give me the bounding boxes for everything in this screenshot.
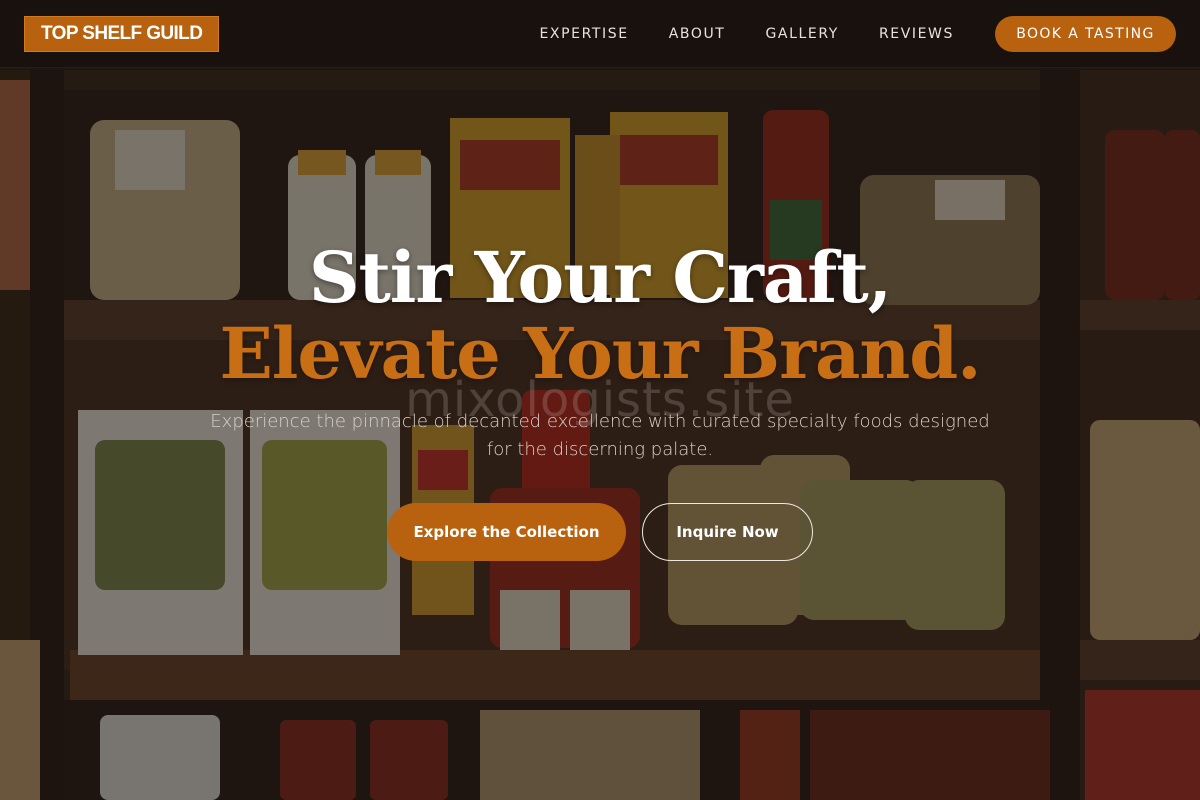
inquire-now-button[interactable]: Inquire Now [642, 503, 813, 561]
explore-collection-button[interactable]: Explore the Collection [387, 503, 626, 561]
hero-subtitle: Experience the pinnacle of decanted exce… [210, 411, 990, 460]
nav-link-about[interactable]: ABOUT [669, 26, 726, 42]
nav-link-gallery[interactable]: GALLERY [765, 26, 838, 42]
nav-link-expertise[interactable]: EXPERTISE [539, 26, 628, 42]
hero-headline-line2: Elevate Your Brand. [219, 312, 981, 395]
book-tasting-button[interactable]: BOOK A TASTING [995, 16, 1176, 52]
hero-headline-line1: Stir Your Craft, [308, 236, 892, 319]
nav-link-reviews[interactable]: REVIEWS [879, 26, 954, 42]
brand-logo[interactable]: TOP SHELF GUILD [24, 16, 220, 52]
site-header: TOP SHELF GUILD EXPERTISE ABOUT GALLERY … [0, 0, 1200, 68]
main-nav: EXPERTISE ABOUT GALLERY REVIEWS [539, 0, 954, 68]
